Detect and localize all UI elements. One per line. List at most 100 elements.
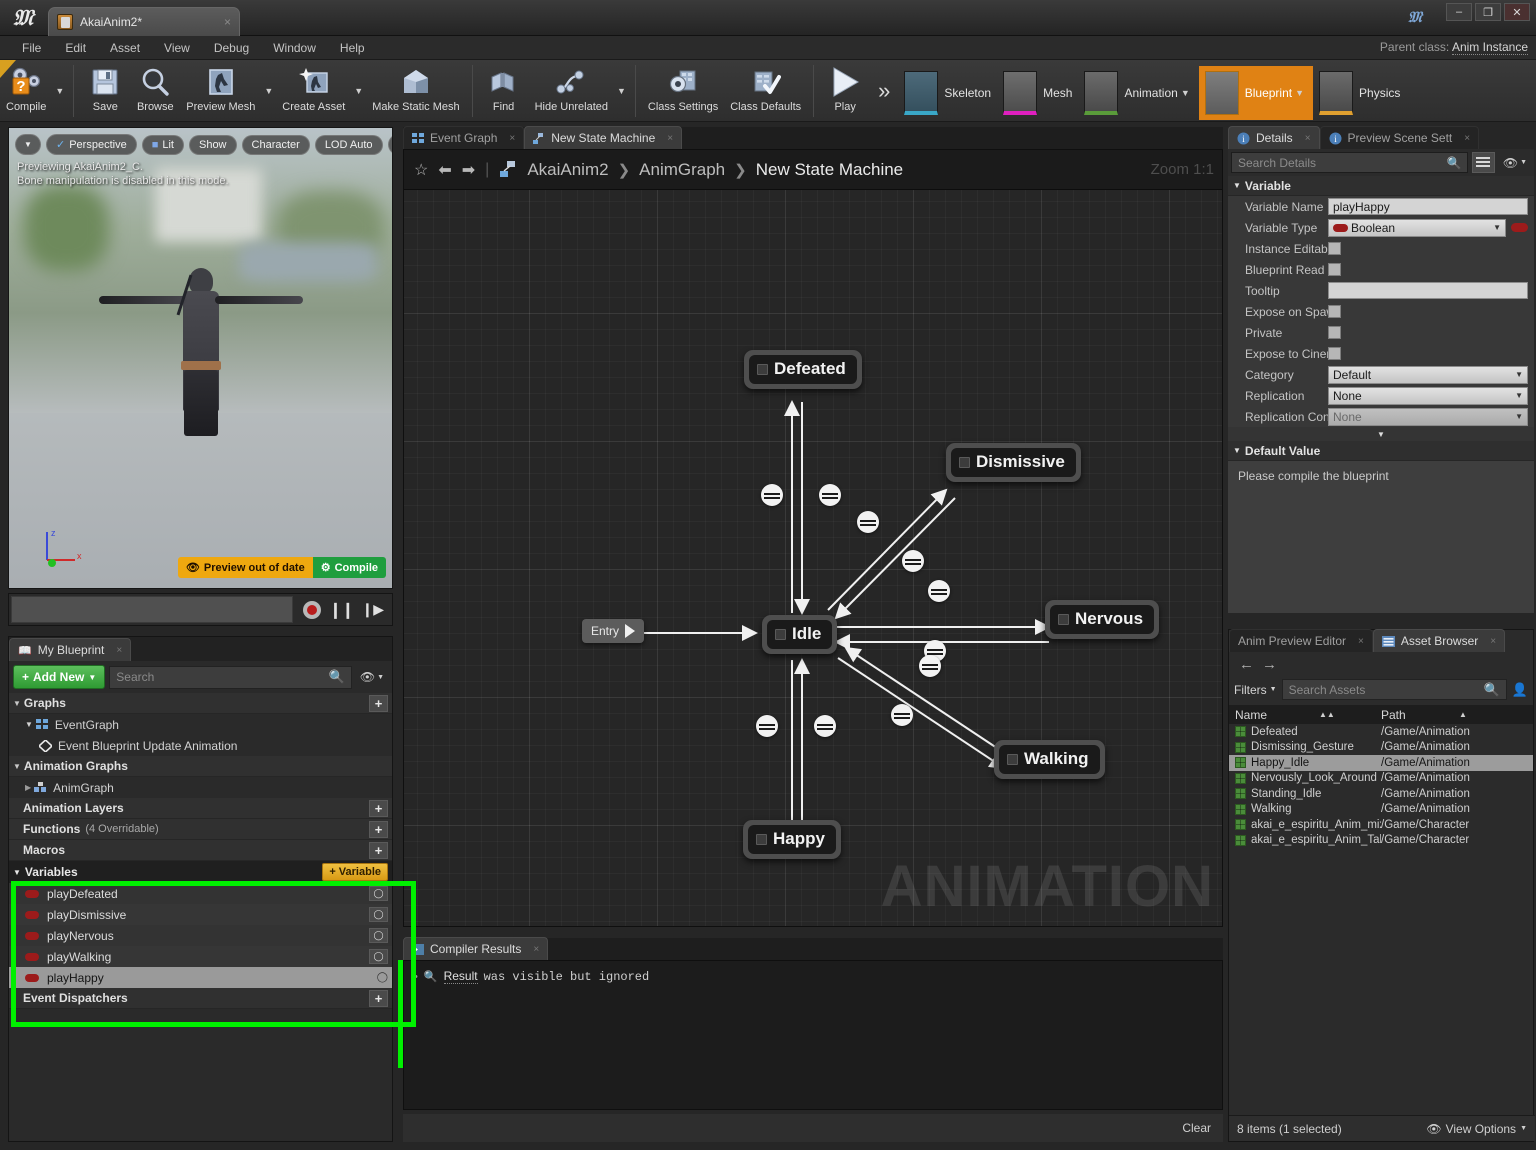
close-icon[interactable]: × [533, 944, 539, 955]
close-icon[interactable]: × [509, 133, 515, 144]
entry-node[interactable]: Entry [582, 619, 644, 643]
state-node-nervous[interactable]: Nervous [1045, 600, 1159, 639]
tree-item-animgraph[interactable]: ▶ AnimGraph [9, 777, 392, 798]
variable-visibility-toggle[interactable]: ◯ [369, 907, 388, 922]
forward-arrow-icon[interactable]: ➡ [462, 160, 475, 180]
details-category-variable[interactable]: ▼ Variable [1228, 176, 1534, 196]
mode-skeleton[interactable]: Skeleton [898, 66, 997, 120]
add-function-button[interactable]: + [369, 821, 388, 838]
close-icon[interactable]: × [1490, 636, 1496, 647]
tree-item-eventgraph[interactable]: ▼ EventGraph [9, 714, 392, 735]
toolbar-create-asset-button[interactable]: Create Asset [276, 60, 351, 122]
state-node-dismissive[interactable]: Dismissive [946, 443, 1081, 482]
tab-preview-scene-settings[interactable]: i Preview Scene Sett × [1320, 126, 1480, 149]
variable-row-playdismissive[interactable]: playDismissive ◯ [9, 904, 392, 925]
asset-row[interactable]: akai_e_espiritu_Anim_Take_001 /Game/Char… [1229, 833, 1533, 849]
asset-row[interactable]: Nervously_Look_Around /Game/Animation [1229, 771, 1533, 787]
variable-row-playwalking[interactable]: playWalking ◯ [9, 946, 392, 967]
details-category-default-value[interactable]: ▼ Default Value [1228, 441, 1534, 461]
asset-view-options-button[interactable]: 👁 View Options ▼ [1426, 1122, 1527, 1136]
variable-visibility-toggle[interactable]: ◯ [377, 972, 388, 983]
details-search-input[interactable]: Search Details 🔍 [1231, 152, 1468, 173]
compiler-result-link[interactable]: Result [444, 969, 478, 984]
close-icon[interactable]: × [667, 133, 673, 144]
private-checkbox[interactable] [1328, 326, 1341, 339]
record-button[interactable] [303, 601, 321, 619]
asset-row[interactable]: Standing_Idle /Game/Animation [1229, 786, 1533, 802]
breadcrumb-item-0[interactable]: AkaiAnim2 [527, 160, 608, 180]
asset-row[interactable]: Walking /Game/Animation [1229, 802, 1533, 818]
my-blueprint-view-options[interactable]: 👁 ▼ [356, 670, 388, 684]
section-variables[interactable]: ▼ Variables + Variable [9, 861, 392, 883]
tab-details[interactable]: i Details × [1228, 126, 1320, 149]
asset-search-input[interactable]: Search Assets 🔍 [1282, 679, 1507, 700]
menu-asset[interactable]: Asset [98, 39, 152, 57]
mode-animation-dropdown-arrow[interactable]: ▼ [1178, 88, 1193, 98]
add-variable-button[interactable]: + Variable [322, 863, 388, 881]
filters-button[interactable]: Filters ▼ [1234, 683, 1277, 697]
maximize-button[interactable]: ❐ [1475, 3, 1501, 21]
column-header-name[interactable]: Name ▲▲ [1229, 708, 1381, 722]
transition-icon-happy-to-idle[interactable] [756, 715, 778, 737]
toolbar-find-button[interactable]: Find [479, 60, 529, 122]
tab-event-graph[interactable]: Event Graph × [403, 126, 524, 149]
details-view-options[interactable]: 👁 ▼ [1499, 156, 1531, 170]
preview-viewport[interactable]: ▼ ✓ Perspective ■ Lit Show Character LOD… [8, 127, 393, 589]
tree-item-event-blueprint-update-animation[interactable]: Event Blueprint Update Animation [9, 735, 392, 756]
tab-my-blueprint[interactable]: 📖 My Blueprint × [9, 638, 131, 661]
state-node-idle[interactable]: Idle [762, 615, 837, 654]
viewport-lod-button[interactable]: LOD Auto [315, 135, 383, 155]
state-node-happy[interactable]: Happy [743, 820, 841, 859]
timeline-scrubber[interactable] [11, 596, 293, 623]
toolbar-make-static-mesh-button[interactable]: Make Static Mesh [366, 60, 465, 122]
menu-help[interactable]: Help [328, 39, 377, 57]
asset-row[interactable]: Defeated /Game/Animation [1229, 724, 1533, 740]
toolbar-hide-unrelated-button[interactable]: Hide Unrelated [529, 60, 614, 122]
menu-debug[interactable]: Debug [202, 39, 261, 57]
menu-file[interactable]: File [10, 39, 53, 57]
transition-icon-defeated-to-idle[interactable] [761, 484, 783, 506]
compiler-log-list[interactable]: • 🔍 Result was visible but ignored [403, 960, 1223, 1110]
expose-on-spawn-checkbox[interactable] [1328, 305, 1341, 318]
toolbar-play-button[interactable]: Play [820, 60, 870, 122]
create-asset-dropdown-arrow[interactable]: ▼ [351, 86, 366, 96]
viewport-compile-button[interactable]: ⚙ Compile [313, 557, 386, 578]
back-arrow-icon[interactable]: ← [1239, 656, 1254, 673]
document-tab-akaianim2[interactable]: AkaiAnim2* × [48, 7, 240, 36]
toolbar-class-settings-button[interactable]: Class Settings [642, 60, 724, 122]
user-filter-icon[interactable]: 👤 [1512, 682, 1528, 698]
clear-button[interactable]: Clear [1182, 1121, 1211, 1135]
tab-compiler-results[interactable]: Compiler Results × [403, 937, 548, 960]
toolbar-preview-mesh-button[interactable]: Preview Mesh [180, 60, 261, 122]
viewport-show-button[interactable]: Show [189, 135, 237, 155]
toolbar-mode-chevron-icon[interactable]: » [870, 78, 898, 104]
tab-anim-preview-editor[interactable]: Anim Preview Editor × [1229, 629, 1373, 652]
replication-combo[interactable]: None ▼ [1328, 387, 1528, 405]
transition-icon-idle-to-defeated[interactable] [819, 484, 841, 506]
toolbar-compile-button[interactable]: ? Compile [0, 60, 52, 122]
add-new-button[interactable]: + Add New ▼ [13, 665, 105, 689]
state-node-defeated[interactable]: Defeated [744, 350, 862, 389]
menu-window[interactable]: Window [261, 39, 328, 57]
mode-blueprint-dropdown-arrow[interactable]: ▼ [1292, 88, 1307, 98]
asset-row[interactable]: akai_e_espiritu_Anim_mixamo_c /Game/Char… [1229, 817, 1533, 833]
mode-physics[interactable]: Physics [1313, 66, 1406, 120]
graph-grid-surface[interactable]: ANIMATION [404, 190, 1223, 927]
variable-visibility-toggle[interactable]: ◯ [369, 886, 388, 901]
viewport-character-button[interactable]: Character [242, 135, 310, 155]
toolbar-save-button[interactable]: Save [80, 60, 130, 122]
variable-row-playnervous[interactable]: playNervous ◯ [9, 925, 392, 946]
section-event-dispatchers[interactable]: Event Dispatchers + [9, 988, 392, 1009]
transition-icon-idle-to-dismissive[interactable] [902, 550, 924, 572]
graph-canvas[interactable]: ☆ ⬅ ➡ | AkaiAnim2 ❯ AnimGraph ❯ New Stat… [403, 149, 1223, 927]
preview-mesh-dropdown-arrow[interactable]: ▼ [261, 86, 276, 96]
variable-visibility-toggle[interactable]: ◯ [369, 928, 388, 943]
close-icon[interactable]: × [1358, 636, 1364, 647]
expose-to-cinematics-checkbox[interactable] [1328, 347, 1341, 360]
asset-row[interactable]: Dismissing_Gesture /Game/Animation [1229, 740, 1533, 756]
transition-icon-idle-to-walking[interactable] [891, 704, 913, 726]
step-forward-button[interactable]: ❙▶ [362, 601, 385, 618]
add-macro-button[interactable]: + [369, 842, 388, 859]
viewport-perspective-button[interactable]: ✓ Perspective [46, 134, 137, 155]
instance-editable-checkbox[interactable] [1328, 242, 1341, 255]
